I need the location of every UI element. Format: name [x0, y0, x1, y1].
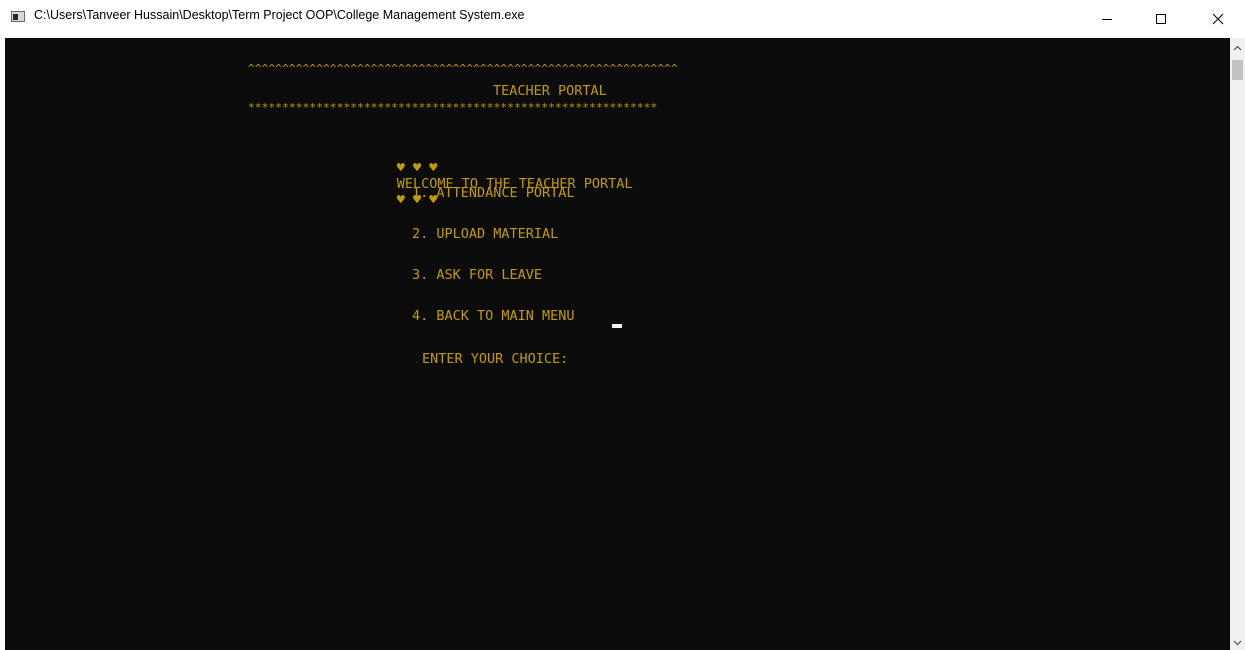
chevron-up-icon: [1233, 45, 1242, 50]
window-title: C:\Users\Tanveer Hussain\Desktop\Term Pr…: [34, 8, 525, 22]
console-window: C:\Users\Tanveer Hussain\Desktop\Term Pr…: [0, 0, 1245, 650]
console-output[interactable]: ^^^^^^^^^^^^^^^^^^^^^^^^^^^^^^^^^^^^^^^^…: [5, 38, 1230, 650]
caret-divider: ^^^^^^^^^^^^^^^^^^^^^^^^^^^^^^^^^^^^^^^^…: [248, 62, 678, 75]
choice-prompt: ENTER YOUR CHOICE:: [422, 351, 569, 367]
close-button[interactable]: [1195, 0, 1241, 37]
text-cursor: [612, 324, 622, 328]
star-divider: ****************************************…: [248, 101, 658, 114]
vertical-scrollbar[interactable]: [1230, 38, 1245, 650]
menu-item-leave: 3. ASK FOR LEAVE: [412, 267, 543, 283]
minimize-icon: [1102, 18, 1112, 20]
hearts-left-icon: ♥ ♥ ♥: [396, 160, 438, 176]
portal-header: TEACHER PORTAL: [493, 83, 607, 99]
scroll-up-button[interactable]: [1230, 40, 1245, 55]
scrollbar-thumb[interactable]: [1232, 60, 1243, 80]
scroll-down-button[interactable]: [1230, 635, 1245, 650]
close-icon: [1212, 13, 1224, 24]
console-app-icon[interactable]: [11, 11, 25, 22]
chevron-down-icon: [1233, 640, 1242, 645]
menu-item-back: 4. BACK TO MAIN MENU: [412, 308, 575, 324]
maximize-button[interactable]: [1138, 0, 1184, 37]
welcome-line: ♥ ♥ ♥ WELCOME TO THE TEACHER PORTAL ♥ ♥ …: [348, 144, 633, 224]
minimize-button[interactable]: [1084, 0, 1130, 37]
title-bar[interactable]: C:\Users\Tanveer Hussain\Desktop\Term Pr…: [0, 0, 1245, 37]
menu-item-attendance: 1. ATTENDANCE PORTAL: [412, 185, 575, 201]
menu-item-upload: 2. UPLOAD MATERIAL: [412, 226, 559, 242]
maximize-icon: [1156, 13, 1166, 24]
